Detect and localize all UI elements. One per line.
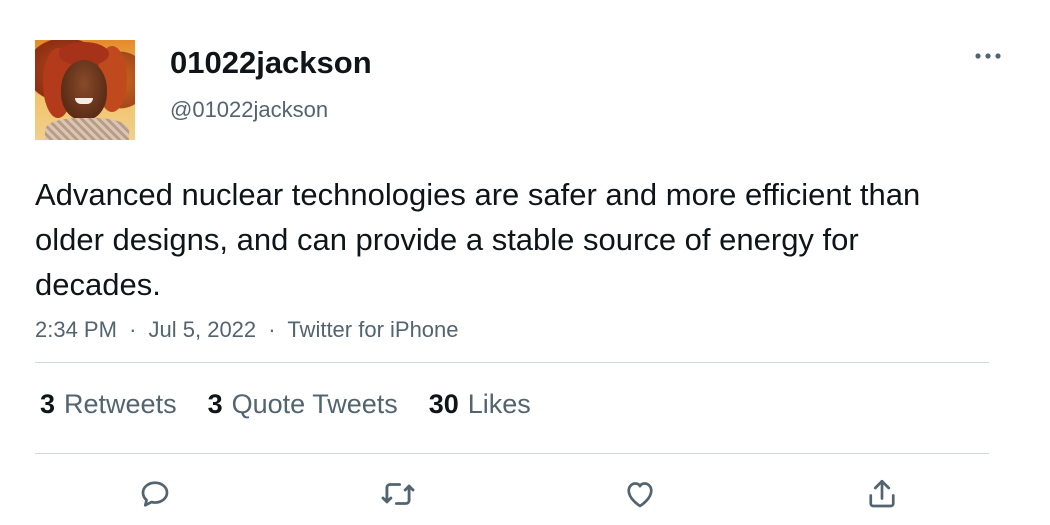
likes-count: 30 xyxy=(428,389,459,419)
meta-separator: · xyxy=(129,317,137,342)
user-handle[interactable]: @01022jackson xyxy=(170,96,328,124)
likes-stat[interactable]: 30 Likes xyxy=(429,387,531,421)
share-icon[interactable] xyxy=(862,474,902,514)
tweet-stats: 3 Retweets 3 Quote Tweets 30 Likes xyxy=(40,387,562,421)
tweet-date[interactable]: Jul 5, 2022 xyxy=(149,317,257,342)
tweet-card: 01022jackson @01022jackson Advanced nucl… xyxy=(0,0,1050,525)
retweet-icon[interactable] xyxy=(378,474,418,514)
tweet-time[interactable]: 2:34 PM xyxy=(35,317,117,342)
tweet-source[interactable]: Twitter for iPhone xyxy=(287,317,458,342)
retweets-label: Retweets xyxy=(64,389,177,419)
retweets-count: 3 xyxy=(40,389,56,419)
quotes-label: Quote Tweets xyxy=(231,389,398,419)
avatar-dress xyxy=(45,118,129,140)
like-icon[interactable] xyxy=(620,474,660,514)
display-name[interactable]: 01022jackson xyxy=(170,44,372,82)
divider-bottom xyxy=(35,453,989,454)
meta-separator: · xyxy=(268,317,276,342)
avatar[interactable] xyxy=(35,40,135,140)
avatar-face xyxy=(61,60,107,120)
tweet-text: Advanced nuclear technologies are safer … xyxy=(35,177,921,302)
quotes-count: 3 xyxy=(207,389,223,419)
quotes-stat[interactable]: 3 Quote Tweets xyxy=(208,387,398,421)
divider-top xyxy=(35,362,989,363)
retweets-stat[interactable]: 3 Retweets xyxy=(40,387,177,421)
more-icon[interactable] xyxy=(971,44,1005,68)
reply-icon[interactable] xyxy=(135,474,175,514)
tweet-meta: 2:34 PM · Jul 5, 2022 · Twitter for iPho… xyxy=(35,316,459,344)
likes-label: Likes xyxy=(467,389,531,419)
